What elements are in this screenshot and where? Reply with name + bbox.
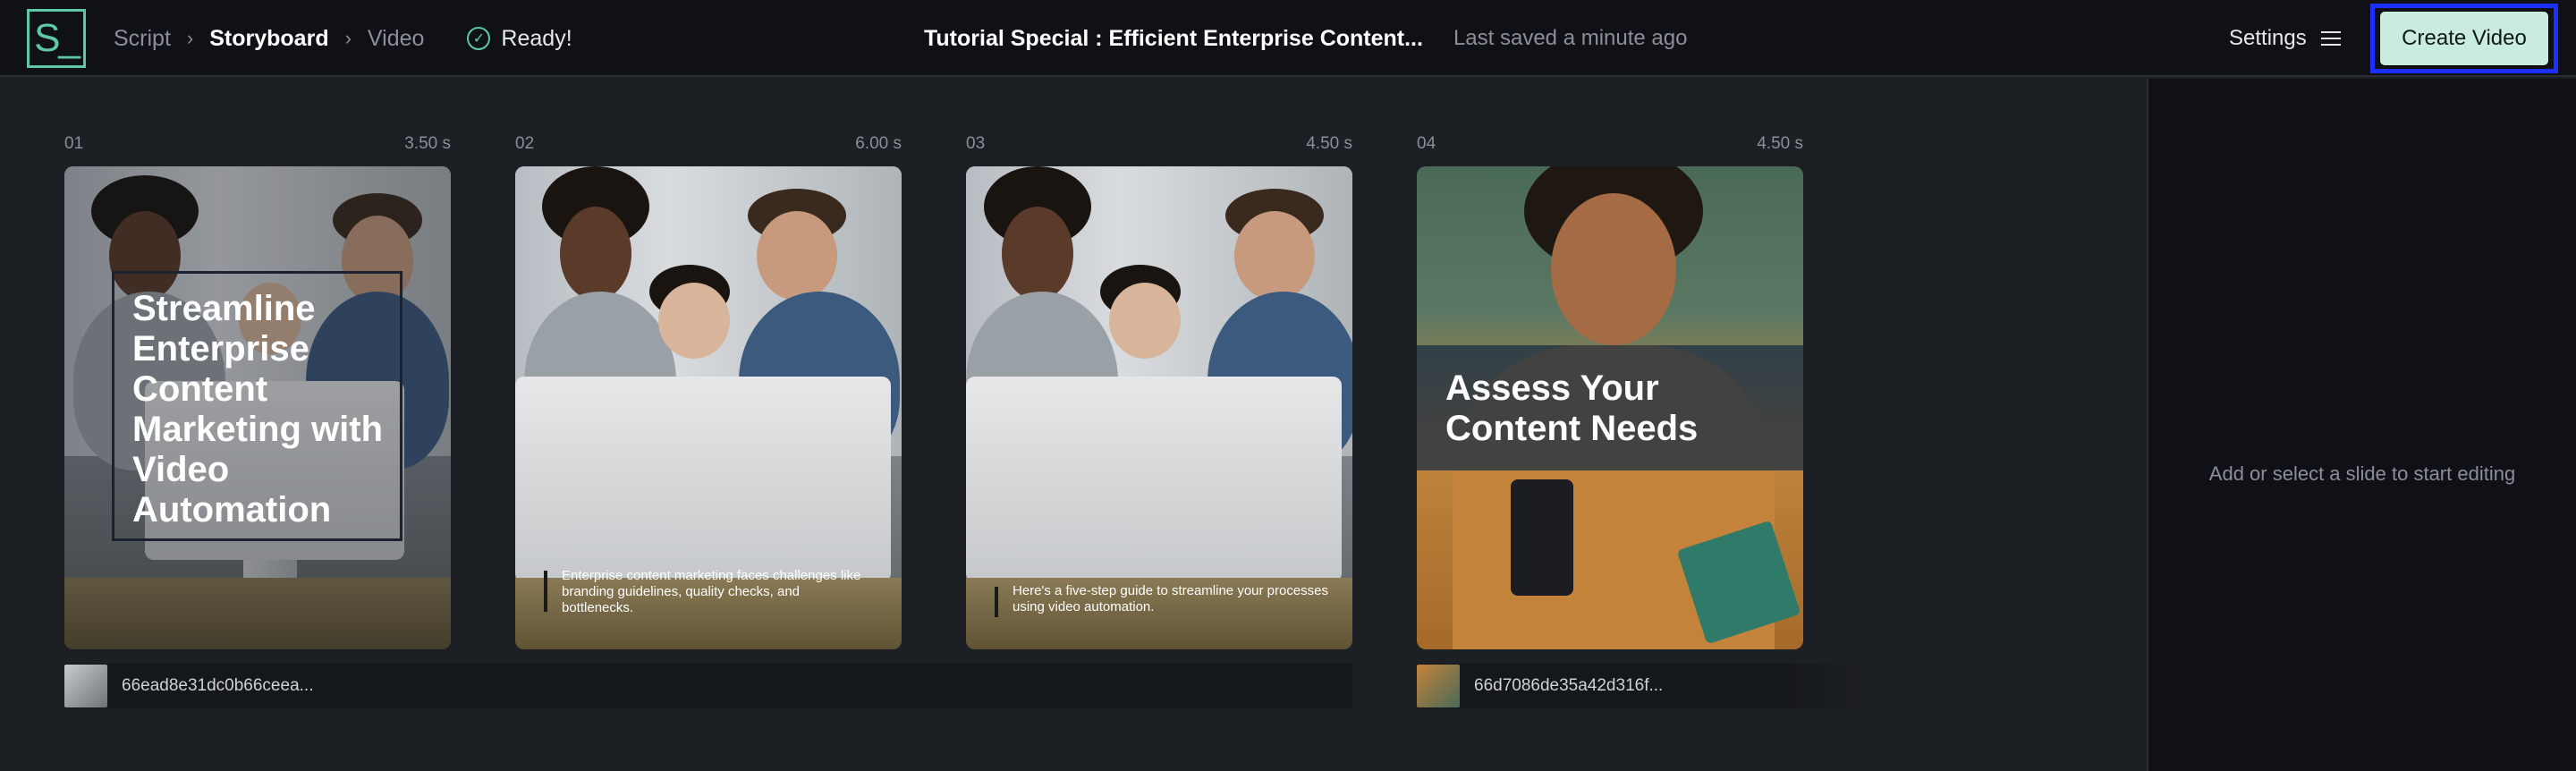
settings-button[interactable]: Settings (2229, 0, 2341, 77)
media-strip[interactable]: 66ead8e31dc0b66ceea... (64, 664, 1352, 708)
slide-number: 02 (515, 134, 535, 153)
slide-caption: Here's a five-step guide to streamline y… (1013, 583, 1329, 614)
chevron-right-icon: › (186, 27, 194, 49)
menu-icon (2320, 31, 2341, 46)
slide-card[interactable]: Assess Your Content Needs (1417, 166, 1803, 649)
breadcrumb-video[interactable]: Video (368, 26, 425, 52)
media-label: 66ead8e31dc0b66ceea... (122, 676, 314, 695)
breadcrumb-storyboard[interactable]: Storyboard (209, 26, 328, 52)
app-logo[interactable]: S_ (27, 9, 86, 68)
media-thumbnail[interactable] (1417, 665, 1460, 707)
breadcrumb: Script › Storyboard › Video ✓ Ready! (114, 0, 572, 77)
slide-duration: 6.00 s (855, 134, 902, 153)
settings-label: Settings (2229, 26, 2307, 50)
status-text: Ready! (501, 25, 572, 51)
media-label: 66d7086de35a42d316f... (1474, 676, 1664, 695)
check-circle-icon: ✓ (467, 27, 491, 50)
slide-title: Assess Your Content Needs (1445, 369, 1699, 448)
edit-panel-hint: Add or select a slide to start editing (2208, 462, 2516, 485)
slide-number: 01 (64, 134, 84, 153)
top-bar: S_ Script › Storyboard › Video ✓ Ready! … (0, 0, 2576, 77)
slide-meta: 02 6.00 s (515, 134, 902, 154)
slide-duration: 3.50 s (404, 134, 451, 153)
slide-number: 03 (966, 134, 986, 153)
chevron-right-icon: › (344, 27, 352, 49)
create-video-highlight: Create Video (2370, 4, 2558, 73)
document-title-area: Tutorial Special : Efficient Enterprise … (924, 0, 1687, 77)
slide-card[interactable]: Enterprise content marketing faces chall… (515, 166, 902, 649)
slide-duration: 4.50 s (1306, 134, 1352, 153)
phone-illustration (1511, 479, 1573, 596)
breadcrumb-script[interactable]: Script (114, 26, 171, 52)
media-thumbnail[interactable] (64, 665, 107, 707)
last-saved-text: Last saved a minute ago (1453, 26, 1688, 50)
slide-card[interactable]: Streamline Enterprise Content Marketing … (64, 166, 451, 649)
create-video-button[interactable]: Create Video (2379, 11, 2549, 66)
slide-number: 04 (1417, 134, 1436, 153)
slide-meta: 01 3.50 s (64, 134, 451, 154)
document-title[interactable]: Tutorial Special : Efficient Enterprise … (924, 26, 1423, 52)
status-indicator: ✓ Ready! (467, 26, 572, 52)
slide-title: Streamline Enterprise Content Marketing … (132, 289, 384, 530)
slide-meta: 03 4.50 s (966, 134, 1352, 154)
edit-panel: Add or select a slide to start editing (2147, 79, 2576, 771)
slide-caption: Enterprise content marketing faces chall… (562, 568, 861, 615)
slide-meta: 04 4.50 s (1417, 134, 1803, 154)
slide-card[interactable]: Here's a five-step guide to streamline y… (966, 166, 1352, 649)
media-strip[interactable]: 66d7086de35a42d316f... (1417, 664, 1864, 708)
slide-duration: 4.50 s (1757, 134, 1803, 153)
